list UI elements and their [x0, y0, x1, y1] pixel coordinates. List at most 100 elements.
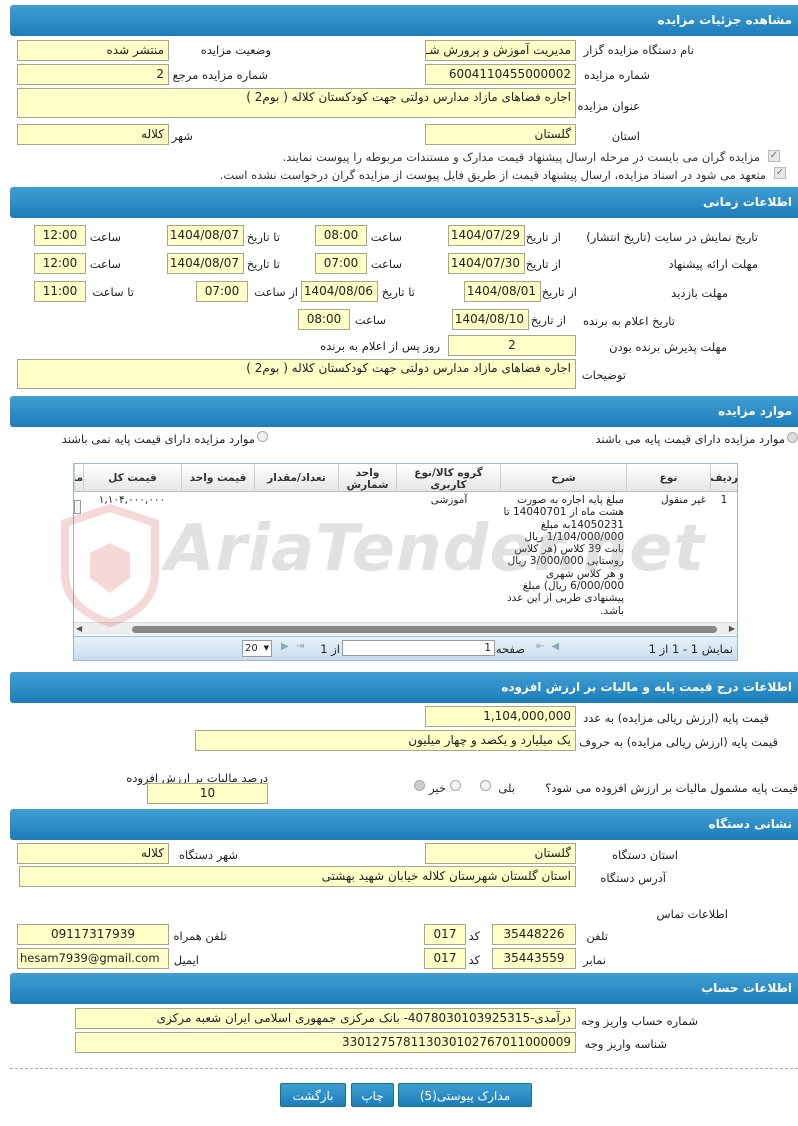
page-size-select[interactable]: 20 ▼ — [242, 640, 272, 657]
publish-from-label: از تاریخ — [525, 230, 561, 244]
publish-from-time: 08:00 — [315, 225, 367, 246]
fax-field: 35443559 — [492, 948, 576, 969]
fax-label: نمابر — [583, 953, 606, 967]
email-label: ایمیل — [173, 953, 199, 967]
with-base-price-label: موارد مزایده دارای قیمت پایه می باشند — [595, 432, 785, 446]
title-label: عنوان مزایده — [577, 99, 640, 113]
publish-from-hour-label: ساعت — [370, 230, 402, 244]
col-type: نوع — [626, 464, 710, 492]
scroll-right-icon[interactable]: ▶ — [729, 624, 735, 633]
mobile-field: 09117317939 — [17, 924, 169, 945]
vat-yes-radio[interactable] — [480, 780, 491, 791]
attached-docs-button[interactable]: مدارک پیوستی(5) — [398, 1083, 532, 1107]
publish-label: تاریخ نمایش در سایت (تاریخ انتشار) — [586, 230, 758, 244]
section-header-address: نشانی دستگاه — [10, 809, 798, 840]
page-input[interactable]: 1 — [342, 640, 495, 656]
publish-from-date: 1404/07/29 — [448, 225, 525, 246]
fax-code-field: 017 — [424, 948, 466, 969]
offer-from-time: 07:00 — [315, 253, 367, 274]
contact-label: اطلاعات تماس — [656, 907, 728, 921]
col-index: ردیف — [710, 464, 738, 492]
phone-label: تلفن — [586, 929, 608, 943]
offer-from-hour-label: ساعت — [370, 257, 402, 271]
print-button[interactable]: چاپ — [351, 1083, 394, 1107]
row-index: 1 — [720, 494, 728, 506]
province-label: استان — [611, 129, 640, 143]
vat-unset-radio[interactable] — [414, 780, 425, 791]
section-header-details: مشاهده جزئیات مزایده — [10, 5, 798, 36]
mobile-label: تلفن همراه — [173, 929, 227, 943]
pager-display: نمایش 1 - 1 از 1 — [648, 642, 733, 656]
accept-suffix: روز پس از اعلام به برنده — [320, 339, 440, 353]
phone-code-label: کد — [468, 929, 480, 943]
row-docs-button[interactable] — [74, 500, 81, 514]
org-label: نام دستگاه مزایده گزار — [583, 43, 694, 57]
chevron-down-icon: ▼ — [263, 644, 269, 652]
visit-to-label: تا تاریخ — [381, 285, 415, 299]
city-label: شهر — [171, 129, 193, 143]
row-total: ۱,۱۰۴,۰۰۰,۰۰۰ — [98, 494, 166, 506]
winner-time: 08:00 — [298, 309, 350, 330]
col-qty: تعداد/مقدار — [254, 464, 338, 492]
org-field: مدیریت آموزش و پرورش شـ — [425, 40, 576, 61]
base-price-text-label: قیمت پایه (ارزش ریالی مزایده) به حروف — [579, 735, 778, 749]
offer-to-time: 12:00 — [34, 253, 86, 274]
col-total: قیمت کل — [83, 464, 181, 492]
commit-checkbox[interactable]: ✓ — [774, 167, 786, 179]
section-header-timing: اطلاعات زمانی — [10, 187, 798, 218]
h-scrollbar[interactable]: ◀ ▶ — [74, 622, 737, 635]
divider — [10, 1068, 798, 1069]
col-desc: شرح — [500, 464, 626, 492]
visit-label: مهلت بازدید — [671, 286, 728, 300]
visit-from-label: از تاریخ — [541, 285, 577, 299]
accept-label: مهلت پذیرش برنده بودن — [609, 340, 727, 354]
col-unit: واحد شمارش — [338, 464, 396, 492]
section-header-items: موارد مزایده — [10, 396, 798, 427]
page-label: صفحه — [495, 642, 525, 656]
phone-code-field: 017 — [424, 924, 466, 945]
number-field: 6004110455000002 — [425, 64, 576, 85]
first-prev-icons[interactable]: ⇤ ◀ — [536, 641, 561, 652]
org-province-label: استان دستگاه — [611, 848, 678, 862]
offer-from-label: از تاریخ — [525, 257, 561, 271]
winner-date: 1404/08/10 — [452, 309, 529, 330]
desc-field: اجاره فضاهای مازاد مدارس دولتی جهت کودکس… — [17, 359, 576, 389]
offer-label: مهلت ارائه پیشنهاد — [668, 257, 758, 271]
offer-to-hour-label: ساعت — [89, 257, 121, 271]
vat-no-radio[interactable] — [450, 780, 461, 791]
ref-number-field: 2 — [17, 64, 169, 85]
offer-to-date: 1404/08/07 — [167, 253, 244, 274]
page-of: از 1 — [320, 642, 340, 656]
org-province-field: گلستان — [425, 843, 576, 864]
grid-header: ردیف نوع شرح گروه کالا/نوع کاربری واحد ش… — [74, 464, 738, 492]
accept-days-field: 2 — [448, 335, 576, 356]
account-number-field: درآمدی-4078030103925315- بانک مرکزی جمهو… — [75, 1008, 576, 1029]
attach-docs-checkbox[interactable]: ✓ — [768, 150, 780, 162]
ref-number-label: شماره مزایده مرجع — [172, 68, 268, 82]
back-button[interactable]: بازگشت — [280, 1083, 346, 1107]
status-field: منتشر شده — [17, 40, 169, 61]
col-docs: مد — [74, 464, 83, 492]
status-label: وضعیت مزایده — [200, 43, 271, 57]
vat-no-label: خیر — [429, 781, 446, 795]
desc-label: توضیحات — [581, 368, 626, 382]
scroll-left-icon[interactable]: ◀ — [76, 624, 82, 633]
with-base-price-radio[interactable] — [787, 432, 798, 443]
email-field: hesam7939@gmail.com — [17, 948, 169, 969]
col-group: گروه کالا/نوع کاربری — [396, 464, 500, 492]
title-field: اجاره فضاهای مازاد مدارس دولتی جهت کودکس… — [17, 88, 576, 118]
winner-hour-label: ساعت — [354, 313, 386, 327]
attach-docs-label: مزایده گران می بایست در مرحله ارسال پیشن… — [282, 150, 760, 164]
grid-pager: نمایش 1 - 1 از 1 ⇤ ◀ صفحه 1 از 1 ▶ ⇥ 20 ▼ — [74, 636, 737, 660]
next-last-icons[interactable]: ▶ ⇥ — [281, 641, 306, 652]
without-base-price-radio[interactable] — [257, 431, 268, 442]
col-unit-price: قیمت واحد — [181, 464, 254, 492]
publish-to-date: 1404/08/07 — [167, 225, 244, 246]
offer-to-label: تا تاریخ — [246, 257, 280, 271]
vat-yes-label: بلی — [498, 781, 515, 795]
visit-from-date: 1404/08/01 — [464, 281, 541, 302]
base-price-num-field: 1,104,000,000 — [425, 706, 576, 727]
h-scrollbar-thumb[interactable] — [132, 626, 717, 633]
publish-to-label: تا تاریخ — [246, 230, 280, 244]
items-grid: ردیف نوع شرح گروه کالا/نوع کاربری واحد ش… — [73, 463, 738, 661]
